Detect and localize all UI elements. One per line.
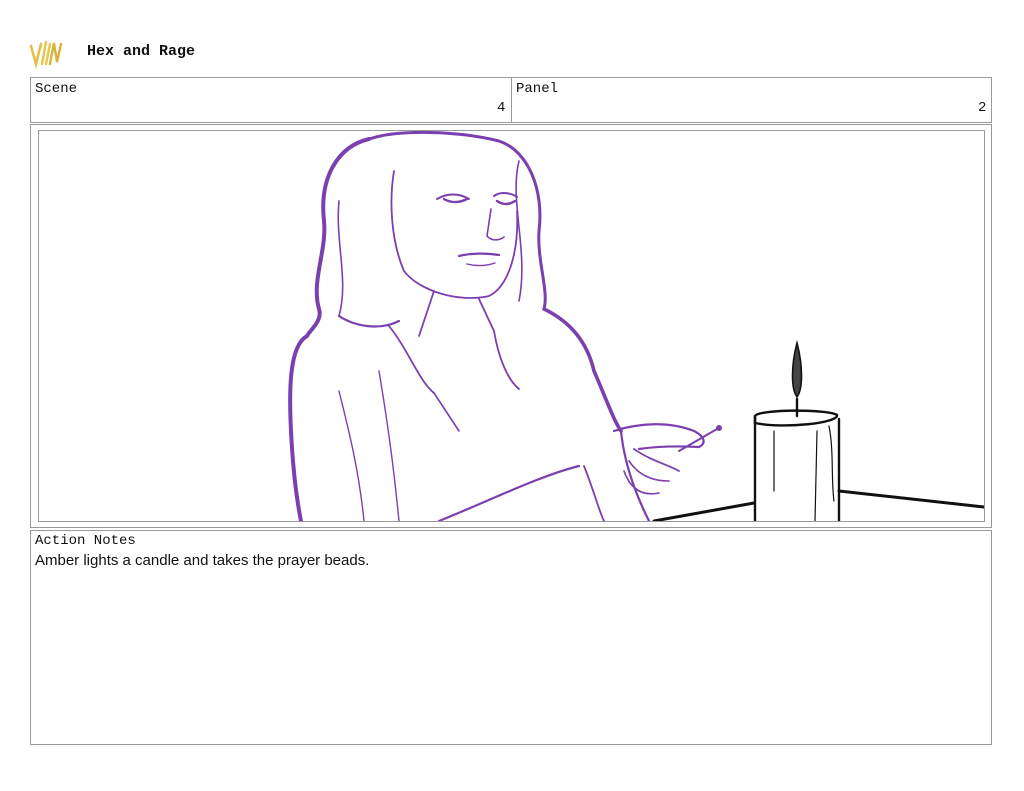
scene-number: 4: [497, 100, 506, 116]
panel-number: 2: [978, 100, 987, 116]
storyboard-drawing: [288, 131, 984, 521]
page-title: Hex and Rage: [87, 43, 196, 60]
handwritten-logo-icon: [29, 40, 63, 68]
scene-box: [30, 77, 512, 123]
candle-sketch: [753, 339, 841, 521]
table-edge: [652, 489, 984, 521]
amber-figure-sketch: [288, 131, 722, 521]
action-notes-text: Amber lights a candle and takes the pray…: [35, 552, 370, 569]
panel-box: [511, 77, 992, 123]
action-notes-label: Action Notes: [35, 533, 136, 549]
panel-label: Panel: [516, 81, 559, 97]
scene-label: Scene: [35, 81, 78, 97]
